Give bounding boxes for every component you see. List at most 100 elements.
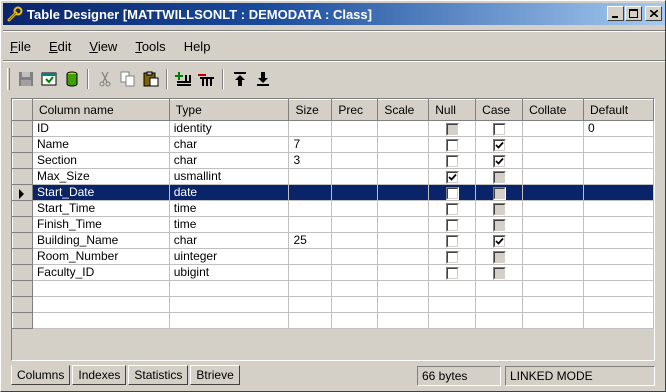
cell-collate[interactable] xyxy=(522,184,585,201)
cell-name[interactable]: Faculty_ID xyxy=(32,264,170,281)
cell-scale[interactable] xyxy=(377,232,430,249)
row-indicator[interactable] xyxy=(12,152,33,169)
cell-default[interactable] xyxy=(583,168,654,185)
cell-prec[interactable] xyxy=(331,232,379,249)
cell-null[interactable] xyxy=(428,264,477,281)
cell-default[interactable] xyxy=(583,136,654,153)
cell-default[interactable] xyxy=(583,200,654,217)
empty-row[interactable] xyxy=(12,280,654,297)
cell-scale[interactable] xyxy=(377,120,430,137)
save-icon[interactable] xyxy=(14,68,37,90)
table-row[interactable]: Name char 7 xyxy=(12,136,654,153)
empty-cell[interactable] xyxy=(583,280,654,297)
empty-row[interactable] xyxy=(12,296,654,313)
title-bar[interactable]: Table Designer [MATTWILLSONLT : DEMODATA… xyxy=(3,3,665,25)
cell-type[interactable]: time xyxy=(169,216,290,233)
copy-icon[interactable] xyxy=(116,68,139,90)
row-indicator[interactable] xyxy=(12,296,33,313)
cell-null[interactable] xyxy=(428,248,477,265)
row-indicator[interactable] xyxy=(12,312,33,329)
case-checkbox[interactable] xyxy=(492,234,506,248)
null-checkbox[interactable] xyxy=(445,202,459,216)
cell-prec[interactable] xyxy=(331,120,379,137)
cell-prec[interactable] xyxy=(331,216,379,233)
cell-size[interactable] xyxy=(288,216,333,233)
cell-scale[interactable] xyxy=(377,216,430,233)
cell-case[interactable] xyxy=(475,136,524,153)
null-checkbox[interactable] xyxy=(445,186,459,200)
empty-cell[interactable] xyxy=(475,280,524,297)
row-indicator[interactable] xyxy=(12,232,33,249)
table-row[interactable]: Building_Name char 25 xyxy=(12,232,654,249)
cell-type[interactable]: char xyxy=(169,136,290,153)
paste-icon[interactable] xyxy=(139,68,162,90)
cell-case[interactable] xyxy=(475,264,524,281)
cell-prec[interactable] xyxy=(331,248,379,265)
cell-name[interactable]: Finish_Time xyxy=(32,216,170,233)
empty-cell[interactable] xyxy=(288,280,333,297)
header-type[interactable]: Type xyxy=(168,99,290,121)
database-icon[interactable] xyxy=(60,68,83,90)
close-button[interactable] xyxy=(645,6,662,21)
cell-size[interactable] xyxy=(288,120,333,137)
cell-collate[interactable] xyxy=(522,152,585,169)
cell-scale[interactable] xyxy=(377,184,430,201)
header-scale[interactable]: Scale xyxy=(377,99,430,121)
cell-case[interactable] xyxy=(475,232,524,249)
empty-cell[interactable] xyxy=(32,296,170,313)
maximize-button[interactable] xyxy=(625,6,642,21)
cell-case[interactable] xyxy=(475,200,524,217)
cell-null[interactable] xyxy=(428,136,477,153)
cell-scale[interactable] xyxy=(377,264,430,281)
cell-name[interactable]: ID xyxy=(32,120,170,137)
cell-default[interactable]: 0 xyxy=(583,120,654,137)
cell-type[interactable]: date xyxy=(169,184,290,201)
cell-case[interactable] xyxy=(475,120,524,137)
empty-cell[interactable] xyxy=(377,312,430,329)
null-checkbox[interactable] xyxy=(445,250,459,264)
table-row[interactable]: Faculty_ID ubigint xyxy=(12,264,654,281)
menu-help[interactable]: Help xyxy=(175,39,220,54)
empty-cell[interactable] xyxy=(522,280,585,297)
delete-column-icon[interactable] xyxy=(195,68,218,90)
empty-cell[interactable] xyxy=(331,280,379,297)
cell-type[interactable]: char xyxy=(169,232,290,249)
empty-cell[interactable] xyxy=(583,296,654,313)
empty-cell[interactable] xyxy=(288,296,333,313)
cell-case[interactable] xyxy=(475,168,524,185)
empty-cell[interactable] xyxy=(428,280,477,297)
cell-name[interactable]: Section xyxy=(32,152,170,169)
cell-prec[interactable] xyxy=(331,184,379,201)
empty-row[interactable] xyxy=(12,312,654,329)
cell-type[interactable]: uinteger xyxy=(169,248,290,265)
header-case[interactable]: Case xyxy=(475,99,524,121)
cut-icon[interactable] xyxy=(93,68,116,90)
row-indicator[interactable] xyxy=(12,136,33,153)
header-prec[interactable]: Prec xyxy=(331,99,379,121)
empty-cell[interactable] xyxy=(428,312,477,329)
empty-cell[interactable] xyxy=(169,280,290,297)
cell-name[interactable]: Building_Name xyxy=(32,232,170,249)
cell-name[interactable]: Start_Time xyxy=(32,200,170,217)
cell-default[interactable] xyxy=(583,248,654,265)
cell-type[interactable]: char xyxy=(169,152,290,169)
cell-null[interactable] xyxy=(428,216,477,233)
cell-collate[interactable] xyxy=(522,136,585,153)
tab-columns[interactable]: Columns xyxy=(11,365,71,385)
menu-view[interactable]: View xyxy=(80,39,126,54)
empty-cell[interactable] xyxy=(377,296,430,313)
cell-default[interactable] xyxy=(583,232,654,249)
tab-btrieve[interactable]: Btrieve xyxy=(190,365,240,385)
table-row[interactable]: Start_Date date xyxy=(12,184,654,201)
cell-scale[interactable] xyxy=(377,152,430,169)
column-grid[interactable]: Column name Type Size Prec Scale Null Ca… xyxy=(11,98,655,361)
cell-scale[interactable] xyxy=(377,136,430,153)
cell-type[interactable]: time xyxy=(169,200,290,217)
empty-cell[interactable] xyxy=(522,296,585,313)
null-checkbox[interactable] xyxy=(445,234,459,248)
row-indicator[interactable] xyxy=(12,264,33,281)
null-checkbox[interactable] xyxy=(445,154,459,168)
cell-scale[interactable] xyxy=(377,200,430,217)
row-indicator[interactable] xyxy=(12,216,33,233)
cell-name[interactable]: Start_Date xyxy=(32,184,170,201)
